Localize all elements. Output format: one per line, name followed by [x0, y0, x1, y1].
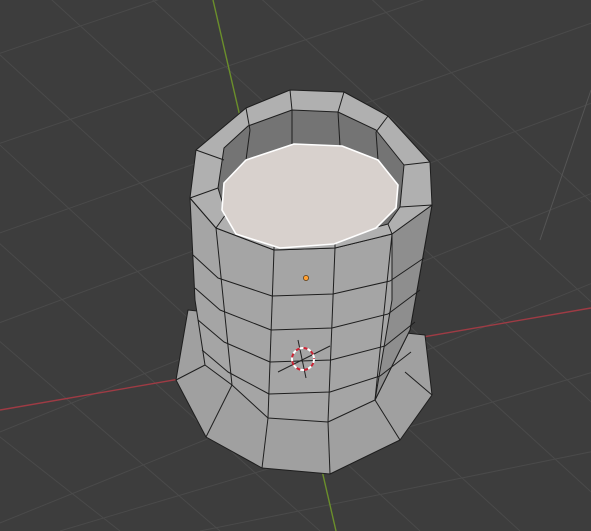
object-origin-dot[interactable]	[303, 275, 309, 281]
cup-mesh[interactable]	[175, 89, 433, 475]
viewport-3d[interactable]	[0, 0, 591, 531]
viewport-canvas[interactable]	[0, 0, 591, 531]
